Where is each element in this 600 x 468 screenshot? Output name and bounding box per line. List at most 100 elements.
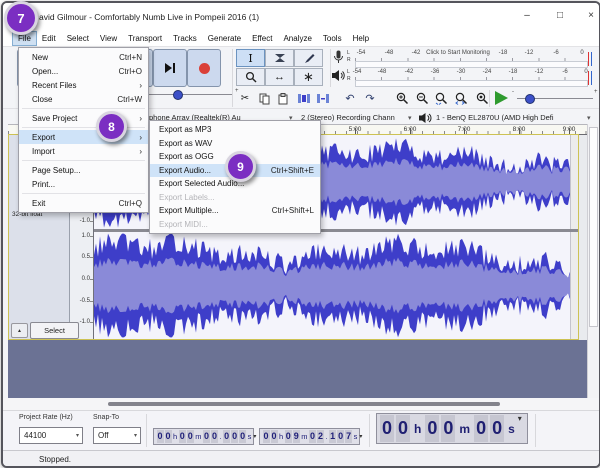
recording-volume-thumb[interactable]	[173, 90, 183, 100]
menu-item-page-setup[interactable]: Page Setup...	[19, 163, 148, 177]
silence-audio-icon	[317, 94, 329, 103]
menu-item-label: Open...	[32, 66, 59, 76]
selection-tool-button[interactable]: I	[236, 49, 265, 67]
meter-tick-label: 0	[580, 50, 584, 56]
scissors-icon: ✂	[240, 93, 250, 104]
menu-item-recent-files[interactable]: Recent Files ›	[19, 78, 148, 92]
minimize-button[interactable]: –	[519, 8, 535, 24]
time-shift-tool-button[interactable]: ↔	[265, 68, 294, 86]
callout-badge-7: 7	[4, 1, 38, 35]
menu-item-export-midi: Export MIDI...	[150, 218, 320, 232]
menu-item-import[interactable]: Import ›	[19, 144, 148, 158]
vertical-scrollbar-thumb[interactable]	[589, 127, 598, 327]
menubar-item-analyze[interactable]: Analyze	[278, 32, 316, 45]
ruler-label: 0.0	[81, 276, 90, 282]
record-button[interactable]	[187, 49, 221, 87]
zoom-selection-button[interactable]	[433, 90, 451, 107]
playback-device-select[interactable]: 1 - BenQ EL2870U (AMD High Defi	[436, 113, 554, 122]
cut-button[interactable]: ✂	[236, 90, 254, 107]
undo-button[interactable]: ↶	[341, 90, 359, 107]
menu-item-export[interactable]: Export ›	[19, 130, 148, 144]
submenu-arrow-icon: ›	[139, 113, 142, 123]
menu-bar: File Edit Select View Transport Tracks Generat…	[3, 31, 599, 47]
selection-end-field[interactable]: 0 0 h 0 9 m 0 2. 1 0 7 s ▾	[259, 428, 362, 445]
copy-button[interactable]	[255, 90, 273, 107]
recording-meter[interactable]: -54 -48 -42 Click to Start Monitoring -18 -12…	[355, 49, 592, 68]
meter-tick-label: -30	[456, 69, 466, 75]
audio-position-display[interactable]: 0 0 h 0 0 m 0 0 s ▾	[376, 413, 528, 444]
menu-item-export-as-mp3[interactable]: Export as MP3	[150, 123, 320, 137]
zoom-out-button[interactable]	[413, 90, 431, 107]
zoom-in-button[interactable]	[393, 90, 411, 107]
zoom-in-icon	[396, 92, 408, 105]
horizontal-scrollbar-thumb[interactable]	[108, 402, 500, 406]
menu-item-label: Recent Files	[32, 80, 77, 90]
time-unit: h	[173, 432, 178, 441]
collapse-track-button[interactable]: ▲	[11, 323, 28, 338]
maximize-button[interactable]: □	[552, 8, 568, 24]
playback-meter[interactable]: -54 -48 -42 -36 -30 -24 -18 -12 -6 0	[353, 68, 592, 87]
ruler-label: -1.0	[79, 218, 90, 224]
draw-tool-icon	[304, 53, 314, 63]
menubar-item-effect[interactable]: Effect	[247, 32, 277, 45]
speed-minus-label: -	[512, 89, 514, 95]
trim-audio-button[interactable]	[295, 90, 313, 107]
menu-item-save-project[interactable]: Save Project ›	[19, 111, 148, 125]
menu-item-new[interactable]: New Ctrl+N	[19, 50, 148, 64]
close-button[interactable]: ×	[583, 8, 599, 24]
envelope-tool-button[interactable]	[265, 49, 294, 67]
menu-item-export-as-wav[interactable]: Export as WAV	[150, 137, 320, 151]
selection-toolbar: Project Rate (Hz) 44100▾ Snap-To Off▾ St…	[3, 410, 599, 451]
track-right-gap	[579, 135, 587, 340]
dropdown-caret-icon[interactable]: ▾	[587, 114, 591, 122]
ruler-tick	[90, 279, 93, 280]
skip-to-end-button[interactable]	[153, 49, 187, 87]
time-unit: m	[195, 432, 202, 441]
copy-icon	[259, 93, 269, 104]
redo-button[interactable]: ↷	[361, 90, 379, 107]
menubar-item-help[interactable]: Help	[348, 32, 374, 45]
trim-audio-icon	[298, 94, 310, 103]
dropdown-caret-icon[interactable]: ▾	[408, 114, 412, 122]
menubar-item-select[interactable]: Select	[62, 32, 94, 45]
project-rate-select[interactable]: 44100 ▾	[19, 427, 83, 444]
track-select-button[interactable]: Select	[30, 322, 79, 339]
menubar-item-transport[interactable]: Transport	[123, 32, 167, 45]
time-shift-tool-icon: ↔	[274, 71, 285, 83]
menu-separator	[22, 193, 145, 194]
menubar-item-edit[interactable]: Edit	[37, 32, 61, 45]
time-digit: 0	[262, 430, 270, 443]
zoom-fit-button[interactable]	[453, 90, 471, 107]
selection-start-field[interactable]: 0 0 h 0 0 m 0 0. 0 0 0 s ▾	[153, 428, 256, 445]
menu-item-close[interactable]: Close Ctrl+W	[19, 92, 148, 106]
ruler-tick	[90, 301, 93, 302]
dropdown-caret-icon: ▾	[133, 433, 137, 439]
playback-speed-thumb[interactable]	[525, 94, 535, 104]
submenu-arrow-icon: ›	[139, 146, 142, 156]
menu-item-open[interactable]: Open... Ctrl+O	[19, 64, 148, 78]
menubar-item-view[interactable]: View	[95, 32, 122, 45]
menu-item-print[interactable]: Print...	[19, 177, 148, 191]
title-bar: avid Gilmour - Comfortably Numb Live in …	[3, 3, 599, 31]
draw-tool-button[interactable]	[294, 49, 323, 67]
multi-tool-button[interactable]: ∗	[294, 68, 323, 86]
time-digit: 0	[474, 415, 489, 442]
menubar-item-tools[interactable]: Tools	[318, 32, 347, 45]
menubar-item-tracks[interactable]: Tracks	[168, 32, 202, 45]
silence-audio-button[interactable]	[314, 90, 332, 107]
paste-button[interactable]	[274, 90, 292, 107]
menu-item-exit[interactable]: Exit Ctrl+Q	[19, 196, 148, 210]
time-digit: 0	[164, 430, 172, 443]
zoom-tool-button[interactable]	[236, 68, 265, 86]
post-audio-area	[570, 135, 579, 229]
time-digit: 0	[490, 415, 505, 442]
snap-to-select[interactable]: Off ▾	[93, 427, 141, 444]
time-unit: s	[353, 432, 358, 441]
menubar-item-generate[interactable]: Generate	[203, 32, 246, 45]
submenu-arrow-icon: ›	[139, 132, 142, 142]
time-digit: 0	[239, 430, 247, 443]
waveform-right-channel[interactable]	[94, 232, 579, 339]
menu-item-export-multiple[interactable]: Export Multiple... Ctrl+Shift+L	[150, 204, 320, 218]
ruler-label: -0.5	[79, 298, 90, 304]
play-at-speed-button[interactable]	[495, 91, 508, 105]
